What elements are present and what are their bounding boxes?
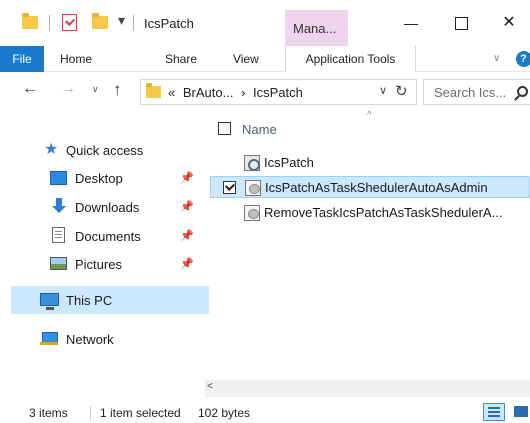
breadcrumb-parent[interactable]: BrAuto... bbox=[183, 85, 234, 100]
breadcrumb-separator[interactable]: › bbox=[241, 85, 245, 100]
breadcrumb[interactable]: « BrAuto... › IcsPatch bbox=[168, 85, 307, 100]
sort-ascending-icon: ^ bbox=[367, 110, 372, 121]
file-name: IcsPatchAsTaskShedulerAutoAsAdmin bbox=[265, 180, 488, 195]
sidebar-item-label: Downloads bbox=[75, 200, 140, 215]
search-icon[interactable] bbox=[517, 86, 528, 97]
ribbon-tabs: File Home Share View Application Tools ∨… bbox=[0, 46, 530, 72]
sidebar-item-label: Desktop bbox=[75, 171, 123, 186]
file-list: ^ Name IcsPatch IcsPatchAsTaskShedulerAu… bbox=[210, 110, 530, 388]
refresh-button[interactable]: ↻ bbox=[395, 82, 408, 100]
pictures-icon bbox=[50, 257, 67, 270]
chevron-down-icon[interactable]: ∨ bbox=[493, 46, 500, 72]
sidebar-item-network[interactable]: Network bbox=[0, 325, 205, 353]
breadcrumb-overflow[interactable]: « bbox=[168, 85, 175, 100]
settings-file-icon bbox=[244, 205, 260, 221]
file-row[interactable]: IcsPatch bbox=[210, 152, 530, 174]
recent-locations-button[interactable]: ∨ bbox=[92, 84, 99, 95]
context-tab-manage[interactable]: Mana... bbox=[285, 10, 348, 46]
star-icon: ★ bbox=[44, 141, 59, 158]
pin-icon: 📌 bbox=[180, 201, 194, 213]
sidebar-item-desktop[interactable]: Desktop 📌 bbox=[0, 164, 205, 192]
sidebar-item-label: Pictures bbox=[75, 257, 122, 272]
sidebar-item-pictures[interactable]: Pictures 📌 bbox=[0, 250, 205, 278]
file-row[interactable]: RemoveTaskIcsPatchAsTaskShedulerA... bbox=[210, 202, 530, 224]
file-name: RemoveTaskIcsPatchAsTaskShedulerA... bbox=[264, 205, 503, 220]
separator bbox=[49, 15, 50, 31]
file-row-selected[interactable]: IcsPatchAsTaskShedulerAutoAsAdmin bbox=[210, 176, 530, 198]
address-bar[interactable]: « BrAuto... › IcsPatch ∨ ↻ bbox=[140, 79, 417, 105]
status-size: 102 bytes bbox=[198, 406, 251, 420]
batch-file-icon bbox=[244, 155, 260, 171]
sidebar-item-documents[interactable]: Documents 📌 bbox=[0, 222, 205, 250]
document-icon bbox=[52, 227, 65, 243]
forward-button[interactable]: → bbox=[60, 80, 76, 98]
separator bbox=[90, 406, 91, 420]
details-view-button[interactable] bbox=[483, 403, 505, 421]
sidebar-item-this-pc[interactable]: This PC bbox=[11, 286, 209, 314]
help-icon[interactable]: ? bbox=[516, 51, 530, 67]
horizontal-scrollbar[interactable]: < bbox=[205, 380, 530, 397]
breadcrumb-current[interactable]: IcsPatch bbox=[253, 85, 303, 100]
status-selection: 1 item selected bbox=[100, 406, 181, 420]
download-icon bbox=[52, 198, 66, 214]
address-row: ← → ∨ ↑ « BrAuto... › IcsPatch ∨ ↻ Searc… bbox=[0, 76, 530, 108]
new-folder-icon[interactable] bbox=[92, 13, 108, 29]
status-item-count: 3 items bbox=[29, 406, 68, 420]
navigation-pane: ★ Quick access Desktop 📌 Downloads 📌 Doc… bbox=[0, 110, 209, 392]
address-dropdown[interactable]: ∨ bbox=[379, 84, 387, 97]
file-name: IcsPatch bbox=[264, 155, 314, 170]
back-button[interactable]: ← bbox=[22, 80, 38, 98]
tab-home[interactable]: Home bbox=[60, 46, 92, 72]
window-title: IcsPatch bbox=[144, 16, 194, 31]
pin-icon: 📌 bbox=[180, 230, 194, 242]
search-input[interactable]: Search Ics... bbox=[434, 85, 506, 100]
select-all-checkbox[interactable] bbox=[218, 122, 231, 135]
scroll-left-button[interactable]: < bbox=[207, 381, 213, 392]
status-bar: 3 items 1 item selected 102 bytes bbox=[0, 398, 530, 423]
search-box[interactable]: Search Ics... bbox=[423, 79, 530, 105]
desktop-icon bbox=[50, 171, 67, 185]
tab-file[interactable]: File bbox=[0, 46, 44, 72]
tab-view[interactable]: View bbox=[233, 46, 259, 72]
sidebar-item-label: Quick access bbox=[66, 143, 144, 158]
tab-share[interactable]: Share bbox=[165, 46, 197, 72]
row-checkbox[interactable] bbox=[223, 181, 236, 194]
sidebar-item-label: Network bbox=[66, 332, 114, 347]
folder-icon bbox=[22, 13, 38, 29]
large-icons-view-button[interactable] bbox=[512, 403, 530, 421]
sidebar-item-downloads[interactable]: Downloads 📌 bbox=[0, 193, 205, 221]
folder-icon bbox=[146, 83, 161, 98]
properties-icon[interactable] bbox=[62, 14, 77, 31]
close-button[interactable]: ✕ bbox=[494, 8, 524, 38]
sidebar-item-label: This PC bbox=[66, 293, 113, 308]
settings-file-icon bbox=[245, 180, 261, 196]
column-header-name[interactable]: Name bbox=[242, 122, 277, 137]
quick-access-toolbar-dropdown[interactable]: ▾ bbox=[118, 12, 125, 29]
maximize-button[interactable] bbox=[446, 8, 476, 38]
title-bar: ▾ IcsPatch Mana... ✕ bbox=[0, 0, 530, 46]
minimize-button[interactable] bbox=[396, 8, 426, 38]
network-icon bbox=[40, 332, 58, 346]
up-button[interactable]: ↑ bbox=[113, 80, 122, 100]
pin-icon: 📌 bbox=[180, 172, 194, 184]
pin-icon: 📌 bbox=[180, 258, 194, 270]
sidebar-item-quick-access[interactable]: ★ Quick access bbox=[0, 136, 205, 164]
computer-icon bbox=[40, 293, 59, 310]
separator bbox=[133, 15, 134, 31]
sidebar-item-label: Documents bbox=[75, 229, 141, 244]
tab-application-tools[interactable]: Application Tools bbox=[285, 46, 416, 72]
